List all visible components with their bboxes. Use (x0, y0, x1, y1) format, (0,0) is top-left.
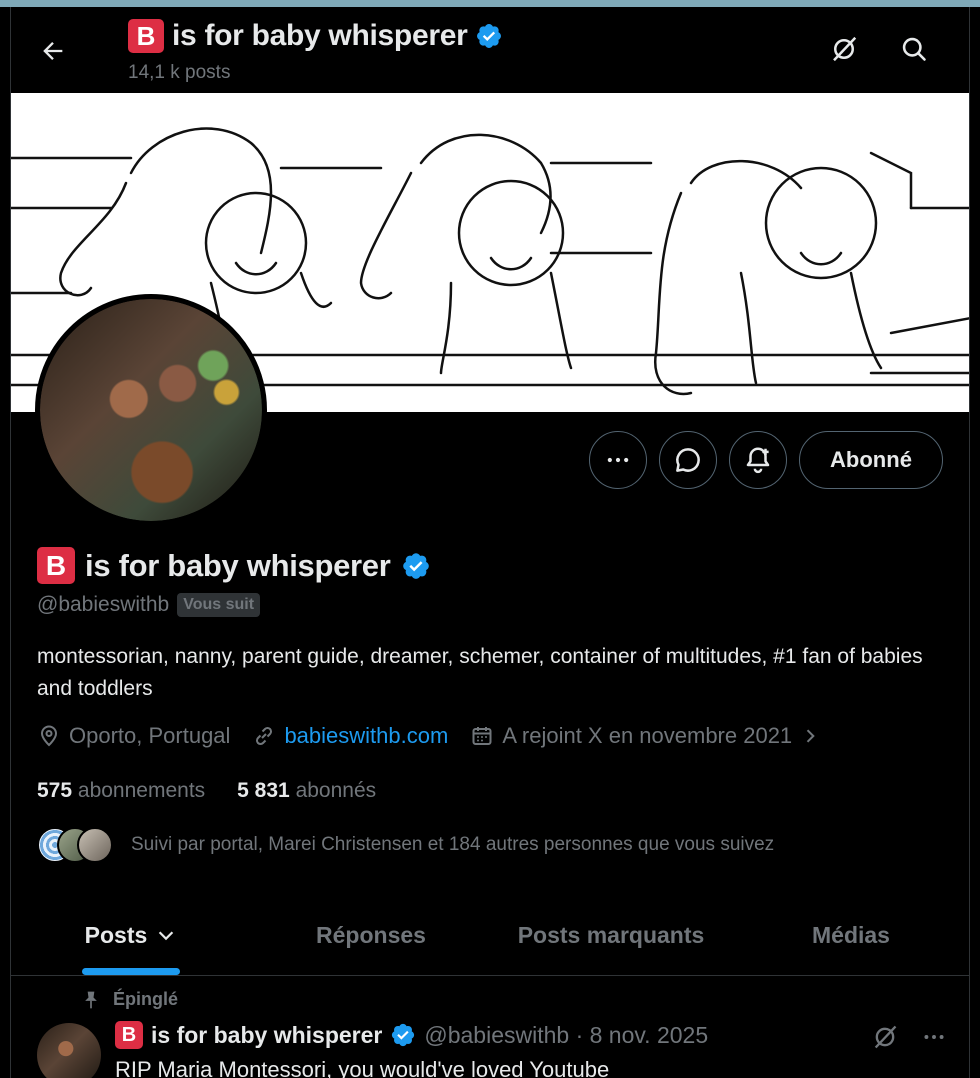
notifications-button[interactable] (729, 431, 787, 489)
location-item: Oporto, Portugal (37, 723, 230, 749)
display-name: is for baby whisperer (85, 547, 391, 583)
verified-badge-icon (477, 24, 502, 48)
follows-you-badge: Vous suit (177, 593, 261, 617)
b-emoji-badge: B (128, 19, 164, 53)
followers-label: abonnés (295, 779, 377, 802)
tab-media[interactable]: Médias (731, 895, 969, 975)
b-emoji-badge: B (115, 1021, 143, 1049)
more-button[interactable] (589, 431, 647, 489)
search-button[interactable] (894, 29, 934, 69)
tab-posts[interactable]: Posts (11, 895, 251, 975)
notification-bell-icon (746, 447, 770, 474)
grok-icon (874, 1025, 897, 1049)
followed-by-row[interactable]: Suivi par portal, Marei Christensen et 1… (37, 827, 774, 863)
website-link[interactable]: babieswithb.com (284, 723, 448, 749)
mutual-avatar (77, 827, 113, 863)
posts-count: 14,1 k posts (128, 62, 231, 83)
message-icon (676, 448, 700, 472)
profile-actions (589, 431, 787, 489)
tab-highlights-label: Posts marquants (517, 921, 705, 948)
profile-page: B is for baby whisperer 14,1 k posts Abo… (10, 7, 970, 1078)
chevron-down-icon (159, 931, 174, 941)
header-name: is for baby whisperer (172, 19, 468, 52)
pinned-label: Épinglé (113, 989, 179, 1009)
tab-media-label: Médias (812, 921, 890, 948)
tweet-more-button[interactable] (921, 1024, 947, 1050)
profile-meta: Oporto, Portugal babieswithb.com A rejoi… (37, 723, 842, 749)
handle-row: @babieswithb Vous suit (37, 593, 261, 617)
tab-replies-label: Réponses (316, 921, 426, 948)
pin-icon (85, 991, 97, 1008)
tweet-tools (871, 1023, 947, 1051)
back-arrow-icon (43, 42, 63, 60)
grok-button[interactable] (871, 1023, 899, 1051)
profile-name-row: B is for baby whisperer (37, 547, 431, 584)
tweet-text: RIP Maria Montessori, you would've loved… (115, 1057, 610, 1078)
active-tab-indicator (82, 968, 180, 975)
calendar-icon (472, 727, 492, 745)
back-button[interactable] (33, 31, 73, 71)
followed-by-text: Suivi par portal, Marei Christensen et 1… (131, 834, 775, 855)
grok-icon (833, 36, 857, 62)
chevron-right-icon (806, 729, 815, 743)
location-text: Oporto, Portugal (69, 723, 231, 748)
followers-count-link[interactable]: 5 831 abonnés (237, 779, 376, 803)
more-icon (924, 1035, 944, 1039)
joined-text: A rejoint X en novembre 2021 (502, 723, 793, 748)
message-button[interactable] (659, 431, 717, 489)
follow-counts: 575 abonnements 5 831 abonnés (37, 779, 376, 803)
b-emoji-badge: B (37, 547, 75, 584)
profile-avatar[interactable] (35, 294, 267, 526)
profile-header: B is for baby whisperer 14,1 k posts (11, 7, 969, 93)
header-title: B is for baby whisperer (128, 19, 503, 53)
tweet-author-name[interactable]: is for baby whisperer (151, 1022, 382, 1049)
tab-replies[interactable]: Réponses (251, 895, 491, 975)
grok-button[interactable] (824, 29, 864, 69)
more-icon (607, 457, 629, 463)
search-icon (902, 37, 926, 61)
following-button[interactable]: Abonné (799, 431, 943, 489)
tweet-meta[interactable]: @babieswithb · 8 nov. 2025 (424, 1022, 708, 1049)
pinned-indicator: Épinglé (81, 989, 178, 1010)
tweet-header: B is for baby whisperer @babieswithb · 8… (115, 1021, 708, 1049)
verified-badge-icon (392, 1023, 415, 1047)
avatar-photo (40, 299, 262, 521)
username-handle: @babieswithb (37, 593, 170, 616)
website-item: babieswithb.com (252, 723, 448, 749)
verified-badge-icon[interactable] (401, 551, 431, 581)
location-pin-icon (40, 725, 58, 747)
window-top-stripe (0, 0, 980, 7)
profile-tabs: Posts Réponses Posts marquants Médias (11, 895, 969, 976)
followers-count: 5 831 (237, 779, 290, 802)
following-label: abonnements (77, 779, 206, 802)
following-count: 575 (37, 779, 73, 802)
link-icon (256, 726, 273, 746)
tab-highlights[interactable]: Posts marquants (491, 895, 731, 975)
tab-posts-label: Posts (84, 921, 148, 948)
tweet-author-avatar[interactable] (37, 1023, 101, 1078)
mutual-avatars (37, 827, 113, 863)
joined-item[interactable]: A rejoint X en novembre 2021 (470, 723, 820, 749)
profile-bio: montessorian, nanny, parent guide, dream… (37, 645, 923, 700)
following-count-link[interactable]: 575 abonnements (37, 779, 205, 803)
